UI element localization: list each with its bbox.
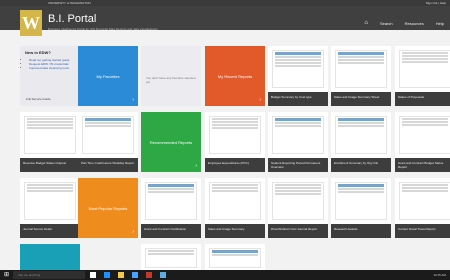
store-icon[interactable]	[132, 272, 138, 278]
tile-label: My Favorites	[96, 73, 120, 79]
report-tile[interactable]: Grant and Contract Budget Status Report	[395, 112, 450, 172]
file-explorer-icon[interactable]	[118, 272, 124, 278]
report-thumbnail	[399, 182, 450, 220]
taskbar-apps	[90, 272, 166, 278]
report-tile[interactable]: Sales and Usage Summary Sheet	[331, 46, 391, 106]
report-thumbnail	[145, 182, 197, 220]
report-tile[interactable]: Research Awards	[331, 178, 391, 238]
tile-label: Most Popular Reports	[88, 205, 128, 211]
tagline: Business Intelligence Portal for UW Fina…	[48, 27, 158, 31]
report-tile[interactable]: Budget Summary by Cost type	[268, 46, 328, 106]
service-guide-link[interactable]: Full Service Guide	[26, 97, 51, 101]
whats-new-title: New in EDW?	[25, 50, 51, 55]
nav-help[interactable]: Help	[436, 21, 444, 26]
report-tile[interactable]	[205, 244, 265, 270]
app-window: UNIVERSITY of WASHINGTON Sign Out | Help…	[0, 0, 450, 280]
my-favorites-tile[interactable]: My Favorites ›	[78, 46, 138, 106]
favorites-empty-tile: You don't have any favorites selected ye…	[141, 46, 201, 106]
tile-label: My Recent Reports	[217, 73, 253, 79]
report-title: Research Awards	[331, 224, 391, 238]
report-title: Current Fiscal Travel Report	[395, 224, 450, 238]
header: W B.I. Portal Business Intelligence Port…	[0, 6, 450, 36]
report-thumbnail	[399, 116, 450, 154]
report-thumbnail	[399, 50, 450, 88]
report-thumbnail	[335, 182, 387, 220]
report-thumbnail	[24, 182, 76, 220]
report-title: Grant and Contract Certification	[141, 224, 201, 238]
empty-message: You don't have any favorites selected ye…	[146, 76, 196, 84]
report-tile[interactable]: Part Time Credit Hours Workday Report	[78, 112, 138, 172]
report-title: Budget Summary by Cost type	[268, 92, 328, 106]
taskbar-search[interactable]: Ask me anything	[13, 271, 85, 279]
report-tile[interactable]: Revenue Budget Status Outpost	[20, 112, 80, 172]
recommended-tile[interactable]: Recommended Reports ›	[141, 112, 201, 172]
report-title: Direct/Indirect Cost Journal Report	[268, 224, 328, 238]
taskbar: ⊞ Ask me anything 10:45 AM	[0, 270, 450, 280]
report-thumbnail	[209, 116, 261, 154]
page-title: B.I. Portal	[48, 13, 97, 25]
app-icon[interactable]	[160, 272, 166, 278]
report-thumbnail	[209, 182, 261, 220]
report-thumbnail	[335, 116, 387, 154]
report-title: Enrollment Summary by Org Unit	[331, 158, 391, 172]
report-tile[interactable]: Sales and Usage Summary	[205, 178, 265, 238]
chevron-right-icon: ›	[195, 163, 197, 169]
chevron-right-icon: ›	[259, 97, 261, 103]
chevron-right-icon: ›	[132, 97, 134, 103]
report-thumbnail	[82, 116, 134, 154]
app-icon[interactable]	[146, 272, 152, 278]
report-tile[interactable]	[141, 244, 201, 270]
report-thumbnail	[272, 116, 324, 154]
report-tile[interactable]: Direct/Indirect Cost Journal Report	[268, 178, 328, 238]
report-title: Sales and Usage Summary	[205, 224, 265, 238]
report-tile[interactable]: Status of Proposals	[395, 46, 450, 106]
report-tile[interactable]: Current Fiscal Travel Report	[395, 178, 450, 238]
most-popular-tile[interactable]: Most Popular Reports ›	[78, 178, 138, 238]
report-thumbnail	[272, 182, 324, 220]
report-tile[interactable]: Student Reporting Period Permanent Overv…	[268, 112, 328, 172]
whats-new-panel: New in EDW? Read our getting started gui…	[20, 46, 80, 106]
report-title: Grant and Contract Budget Status Report	[395, 158, 450, 172]
report-tile[interactable]: Enrollment Summary by Org Unit	[331, 112, 391, 172]
my-recent-tile[interactable]: My Recent Reports ›	[205, 46, 265, 106]
report-title: Student Reporting Period Permanent Overv…	[268, 158, 328, 172]
windows-start-icon[interactable]: ⊞	[4, 272, 10, 278]
report-title: Journal Source Detail	[20, 224, 80, 238]
system-tray[interactable]: 10:45 AM	[433, 270, 446, 280]
report-title: Employee Expenditures (PCC)	[205, 158, 265, 172]
report-tile[interactable]: Grant and Contract Certification	[141, 178, 201, 238]
uw-logo[interactable]: W	[20, 10, 42, 36]
report-title: Status of Proposals	[395, 92, 450, 106]
report-title: Sales and Usage Summary Sheet	[331, 92, 391, 106]
edge-icon[interactable]	[104, 272, 110, 278]
nav-resources[interactable]: Resources	[405, 21, 424, 26]
home-icon[interactable]: ⌂	[364, 20, 368, 26]
chevron-right-icon: ›	[132, 229, 134, 235]
report-thumbnail	[24, 116, 76, 154]
partial-tile[interactable]	[20, 244, 80, 270]
report-thumbnail	[335, 50, 387, 88]
report-thumbnail	[209, 248, 261, 268]
report-title: Part Time Credit Hours Workday Report	[78, 158, 138, 172]
report-title: Revenue Budget Status Outpost	[20, 158, 80, 172]
report-thumbnail	[272, 50, 324, 88]
task-view-icon[interactable]	[90, 272, 96, 278]
tile-label: Recommended Reports	[149, 139, 193, 145]
report-tile[interactable]: Journal Source Detail	[20, 178, 80, 238]
nav-search[interactable]: Search	[380, 21, 393, 26]
report-tile[interactable]: Employee Expenditures (PCC)	[205, 112, 265, 172]
header-nav: ⌂ Search Resources Help	[364, 20, 444, 26]
whats-new-link[interactable]: Improved data cleansing tools	[29, 66, 75, 70]
report-thumbnail	[145, 248, 197, 268]
